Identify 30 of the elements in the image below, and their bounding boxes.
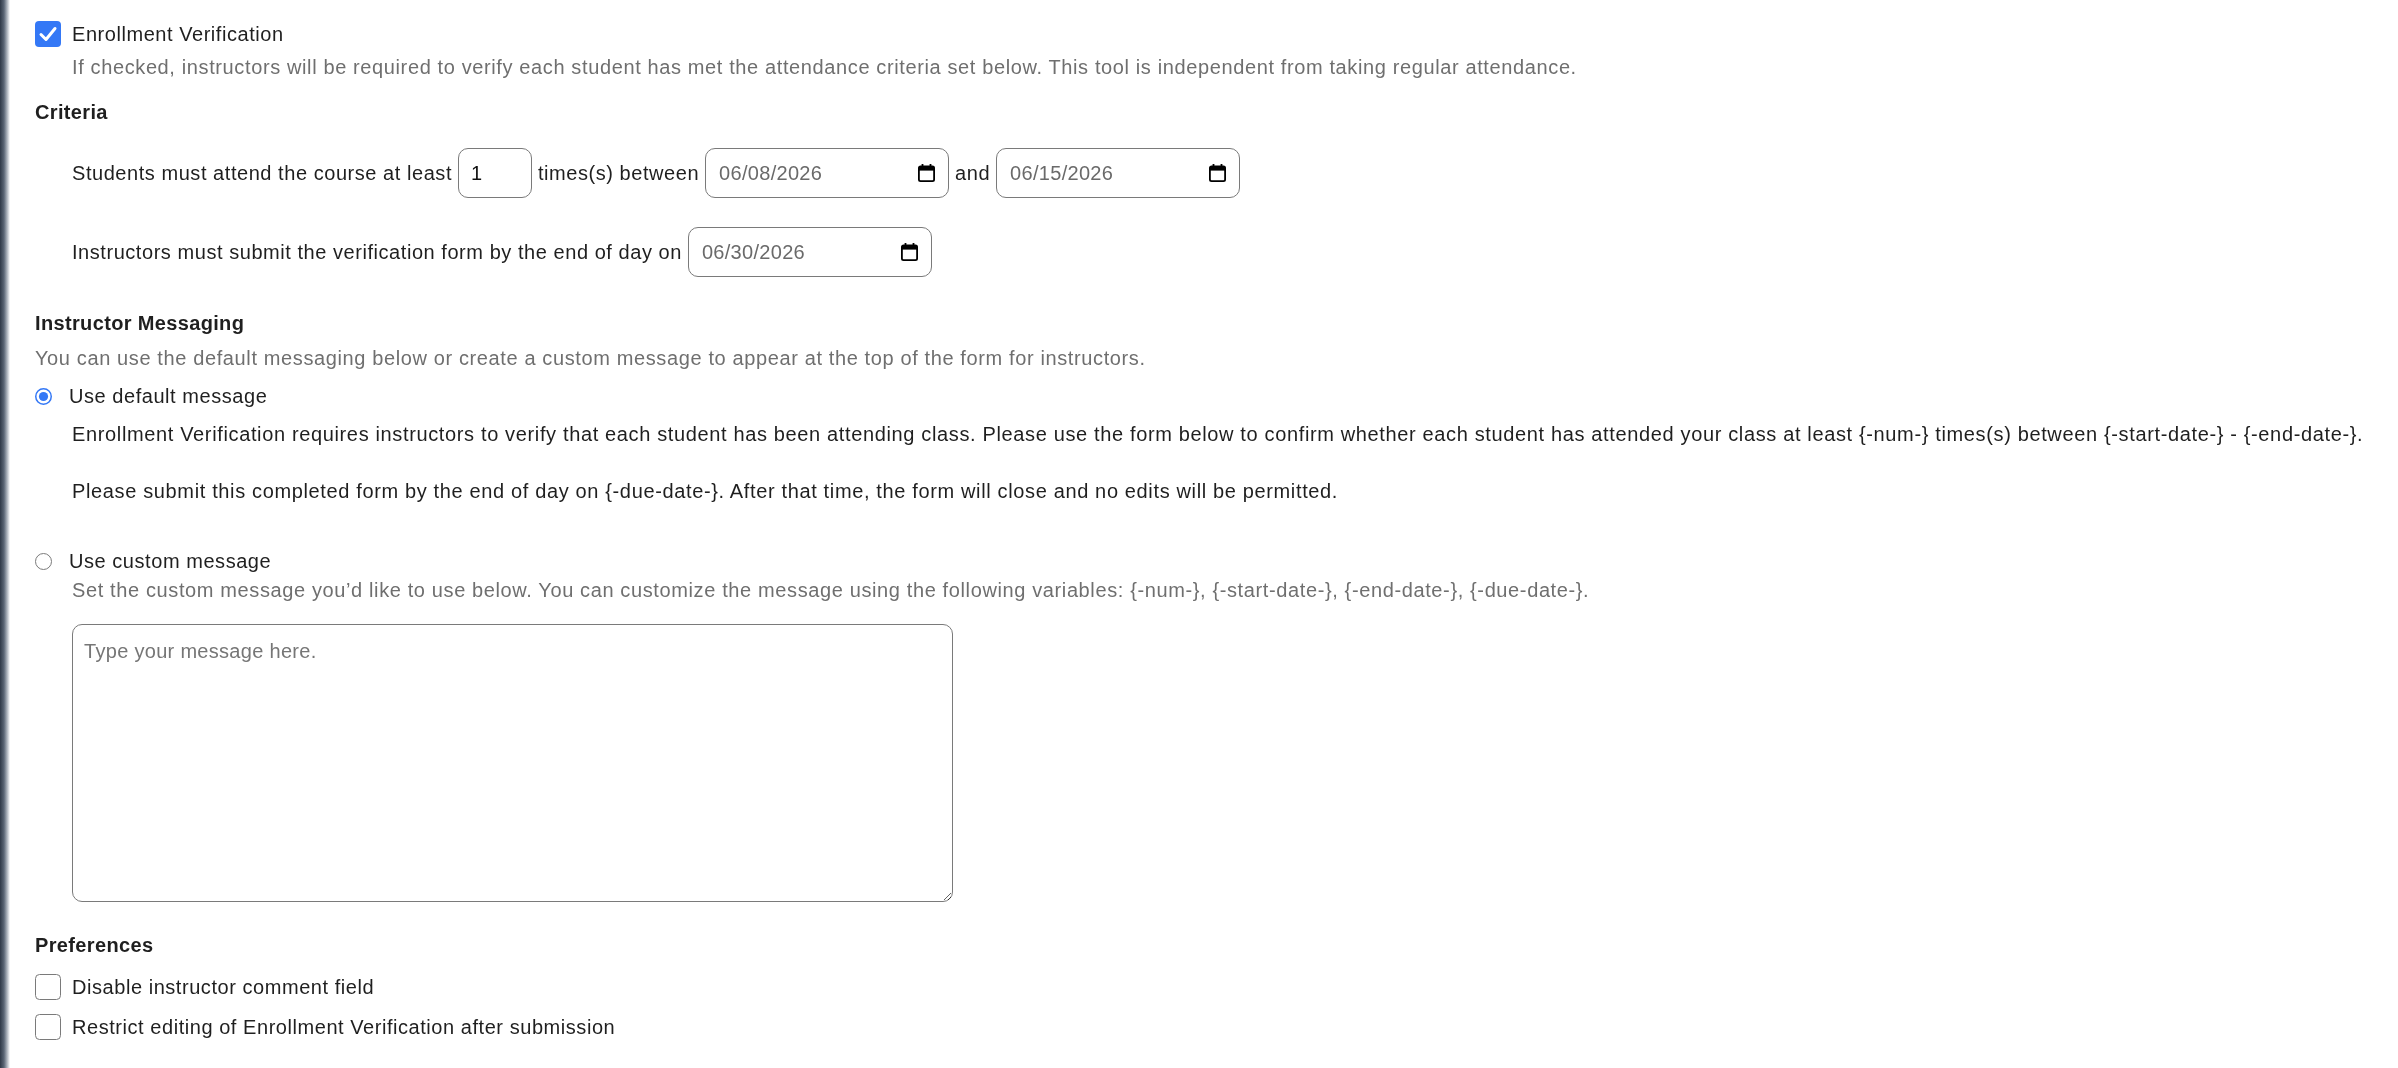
criteria-text: and [955, 161, 991, 185]
checkbox-label: Enrollment Verification [72, 22, 284, 46]
calendar-icon[interactable] [918, 164, 936, 182]
description-text: If checked, instructors will be required to verify each student has met the attendance criteria set below. This tool is independent from taking regular attendance. [72, 55, 1577, 79]
criteria-text: times(s) between [538, 161, 700, 185]
number-field[interactable]: 1 [458, 148, 532, 198]
description-text: You can use the default messaging below or create a custom message to appear at the top of the form for instructors. [35, 346, 1146, 370]
criteria-text: Students must attend the course at least [72, 161, 452, 185]
message-textarea[interactable]: Type your message here. [72, 624, 953, 902]
checkbox[interactable] [35, 1014, 61, 1040]
checkbox-label: Disable instructor comment field [72, 975, 375, 999]
date-field[interactable]: 06/15/2026 [996, 148, 1241, 198]
message-text: Enrollment Verification requires instructors to verify that each student has been attending class. Please use the form below to confirm whether each student has attended your class at least {-num-} times(s) between {-start-date-} - {-end-date-}. [72, 422, 2364, 446]
checkbox[interactable] [35, 974, 61, 1000]
checkbox[interactable] [35, 21, 61, 47]
section-heading: Criteria [35, 100, 108, 124]
checkbox-label: Restrict editing of Enrollment Verification after submission [72, 1015, 616, 1039]
section-heading: Instructor Messaging [35, 311, 245, 335]
radio-button[interactable] [35, 387, 52, 405]
description-text: Set the custom message you’d like to use below. You can customize the message using the following variables: {-num-}, {-start-date-}, {-end-date-}, {-due-date-}. [72, 578, 1590, 602]
calendar-icon[interactable] [1209, 164, 1227, 182]
calendar-icon[interactable] [900, 243, 918, 261]
message-text: Please submit this completed form by the end of day on {-due-date-}. After that time, the form will close and no edits will be permitted. [72, 479, 1339, 503]
criteria-text: Instructors must submit the verification form by the end of day on [72, 240, 682, 264]
date-field[interactable]: 06/08/2026 [705, 148, 950, 198]
option-label: Use custom message [69, 549, 272, 573]
section-heading: Preferences [35, 933, 154, 957]
date-field[interactable]: 06/30/2026 [687, 227, 932, 277]
radio-button[interactable] [35, 552, 52, 570]
option-label: Use default message [69, 384, 268, 408]
